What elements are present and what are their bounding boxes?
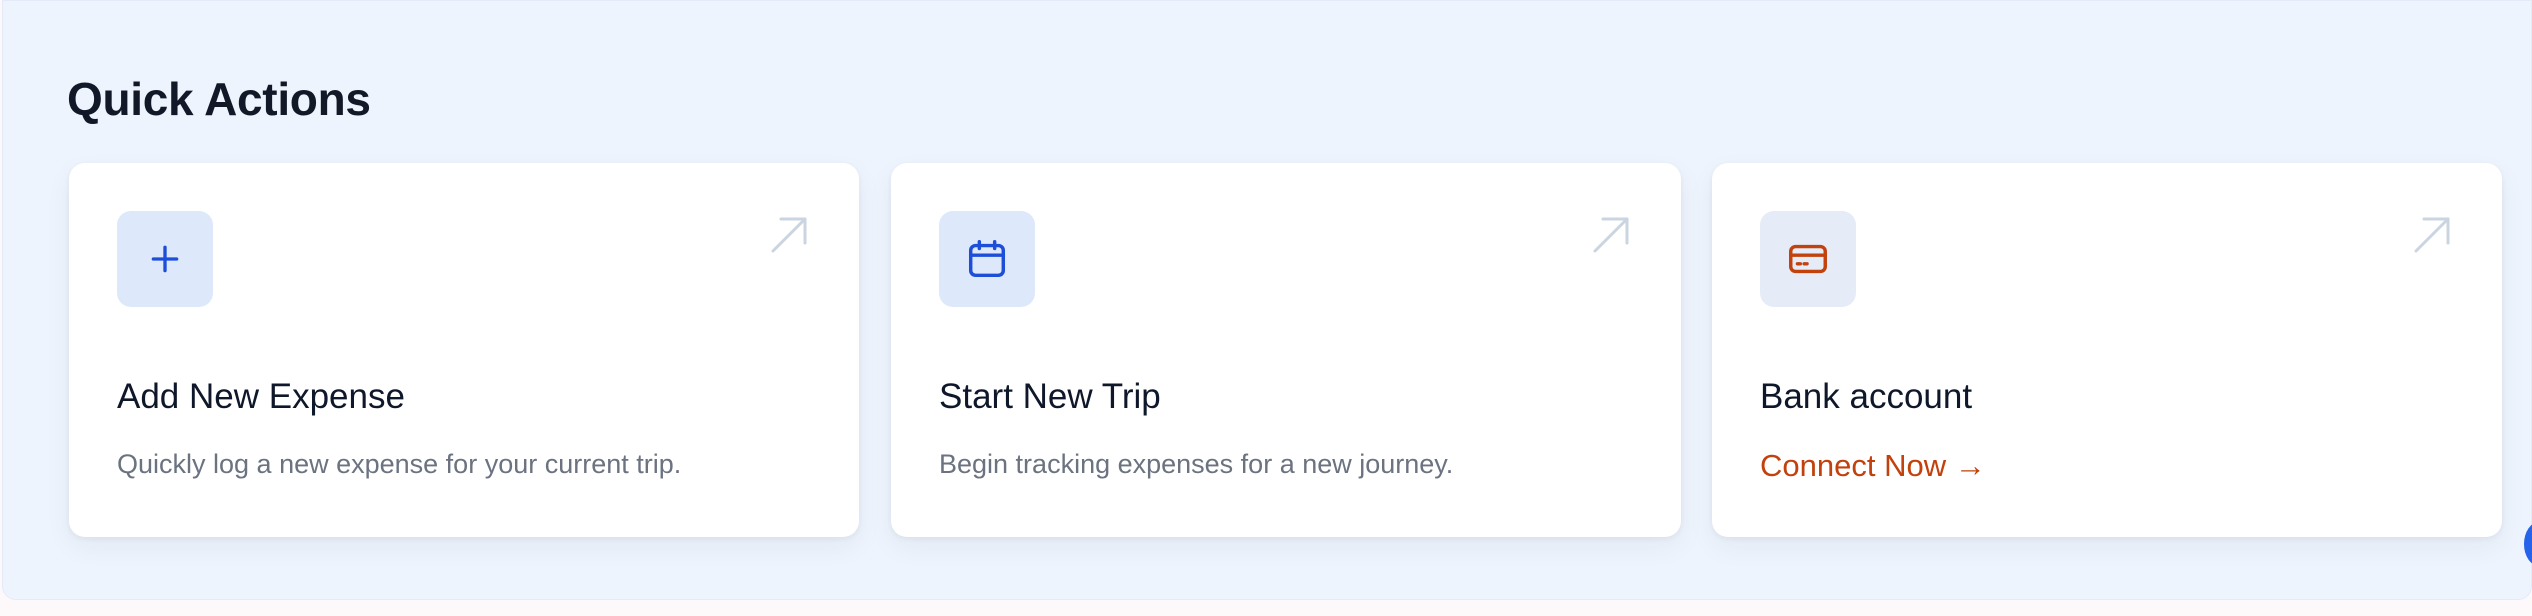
arrow-up-right-icon — [1591, 215, 1631, 255]
quick-actions-panel: Quick Actions Add New Expense Quickly lo… — [2, 0, 2532, 600]
add-new-expense-card[interactable]: Add New Expense Quickly log a new expens… — [69, 163, 859, 537]
card-title: Start New Trip — [939, 377, 1161, 416]
plus-icon — [151, 245, 179, 273]
bank-account-card[interactable]: Bank account Connect Now → — [1712, 163, 2502, 537]
connect-now-link[interactable]: Connect Now → — [1760, 447, 1986, 485]
card-description: Begin tracking expenses for a new journe… — [939, 449, 1454, 479]
arrow-up-right-icon — [769, 215, 809, 255]
card-title: Bank account — [1760, 377, 1973, 416]
add-expense-icon-tile — [117, 211, 213, 307]
calendar-icon — [968, 240, 1006, 278]
arrow-up-right-icon — [2412, 215, 2452, 255]
section-title: Quick Actions — [67, 73, 371, 125]
start-trip-icon-tile — [939, 211, 1035, 307]
bank-account-icon-tile — [1760, 211, 1856, 307]
card-description: Quickly log a new expense for your curre… — [117, 449, 682, 479]
card-title: Add New Expense — [117, 377, 405, 416]
credit-card-icon — [1789, 244, 1827, 274]
start-new-trip-card[interactable]: Start New Trip Begin tracking expenses f… — [891, 163, 1681, 537]
